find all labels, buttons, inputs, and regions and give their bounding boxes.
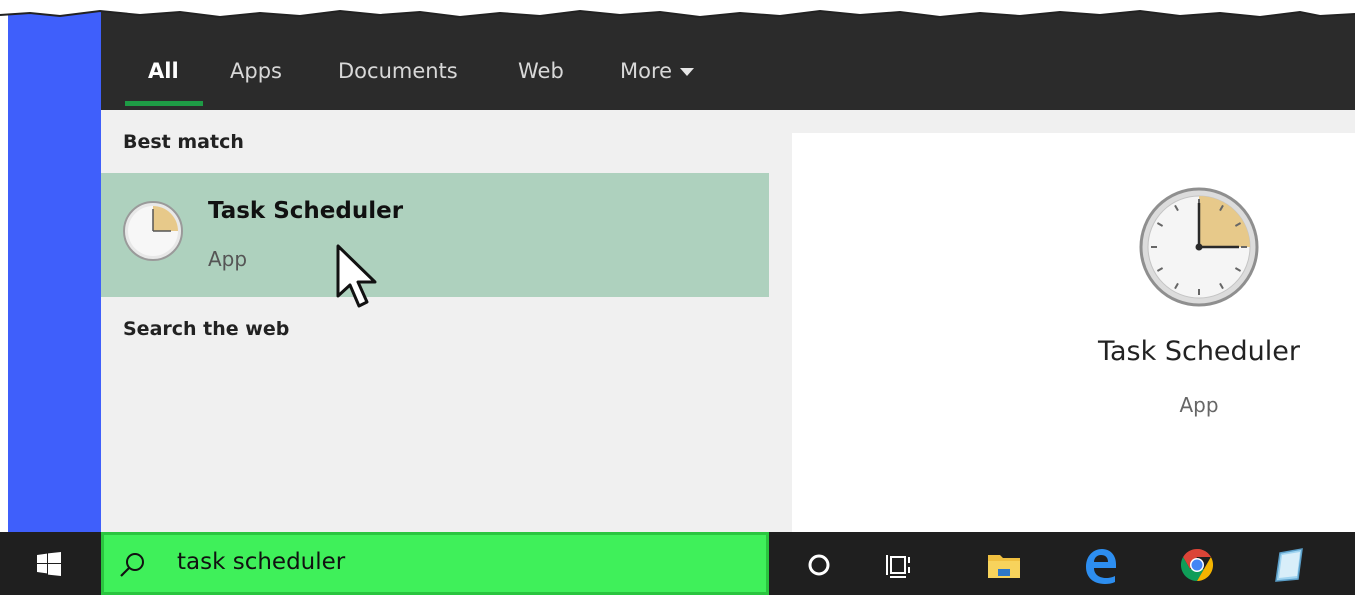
preview-app-title: Task Scheduler bbox=[1097, 336, 1301, 367]
result-subtitle: App bbox=[208, 247, 248, 271]
tab-all[interactable]: All bbox=[148, 59, 179, 83]
cortana-icon[interactable] bbox=[799, 545, 839, 585]
start-menu-sidebar bbox=[8, 12, 101, 532]
task-view-icon[interactable] bbox=[881, 545, 921, 585]
tab-apps[interactable]: Apps bbox=[230, 59, 282, 83]
edge-icon[interactable] bbox=[1080, 545, 1120, 585]
notepad-icon[interactable] bbox=[1270, 545, 1310, 585]
mouse-cursor-icon bbox=[336, 244, 377, 308]
taskbar: task scheduler bbox=[0, 532, 1355, 595]
taskbar-search-box[interactable]: task scheduler bbox=[101, 532, 769, 595]
tab-more[interactable]: More bbox=[620, 59, 695, 83]
tab-more-label: More bbox=[620, 59, 673, 83]
preview-app-subtitle: App bbox=[1179, 393, 1219, 417]
app-preview-card: Task Scheduler App bbox=[792, 133, 1343, 532]
windows-start-icon bbox=[37, 552, 61, 576]
task-scheduler-icon bbox=[123, 201, 183, 261]
left-margin bbox=[0, 0, 8, 532]
tab-web[interactable]: Web bbox=[518, 59, 564, 83]
tab-documents[interactable]: Documents bbox=[338, 59, 458, 83]
best-match-result[interactable]: Task Scheduler App bbox=[101, 173, 769, 297]
search-icon bbox=[120, 553, 144, 577]
search-filter-bar: All Apps Documents Web More bbox=[101, 12, 1355, 110]
task-scheduler-large-icon bbox=[1139, 187, 1259, 307]
active-tab-indicator bbox=[125, 101, 203, 106]
best-match-heading: Best match bbox=[123, 131, 244, 153]
start-button[interactable] bbox=[0, 532, 101, 595]
result-title: Task Scheduler bbox=[208, 198, 404, 224]
search-input[interactable]: task scheduler bbox=[177, 549, 345, 575]
file-explorer-icon[interactable] bbox=[984, 545, 1024, 585]
chevron-down-icon bbox=[680, 68, 695, 76]
search-results-pane: Best match Task Scheduler App Search the… bbox=[101, 110, 769, 532]
torn-paper-edge bbox=[0, 0, 1355, 19]
search-web-heading: Search the web bbox=[123, 318, 290, 340]
clipped-preview-edge bbox=[1343, 133, 1355, 532]
chrome-icon[interactable] bbox=[1177, 545, 1217, 585]
